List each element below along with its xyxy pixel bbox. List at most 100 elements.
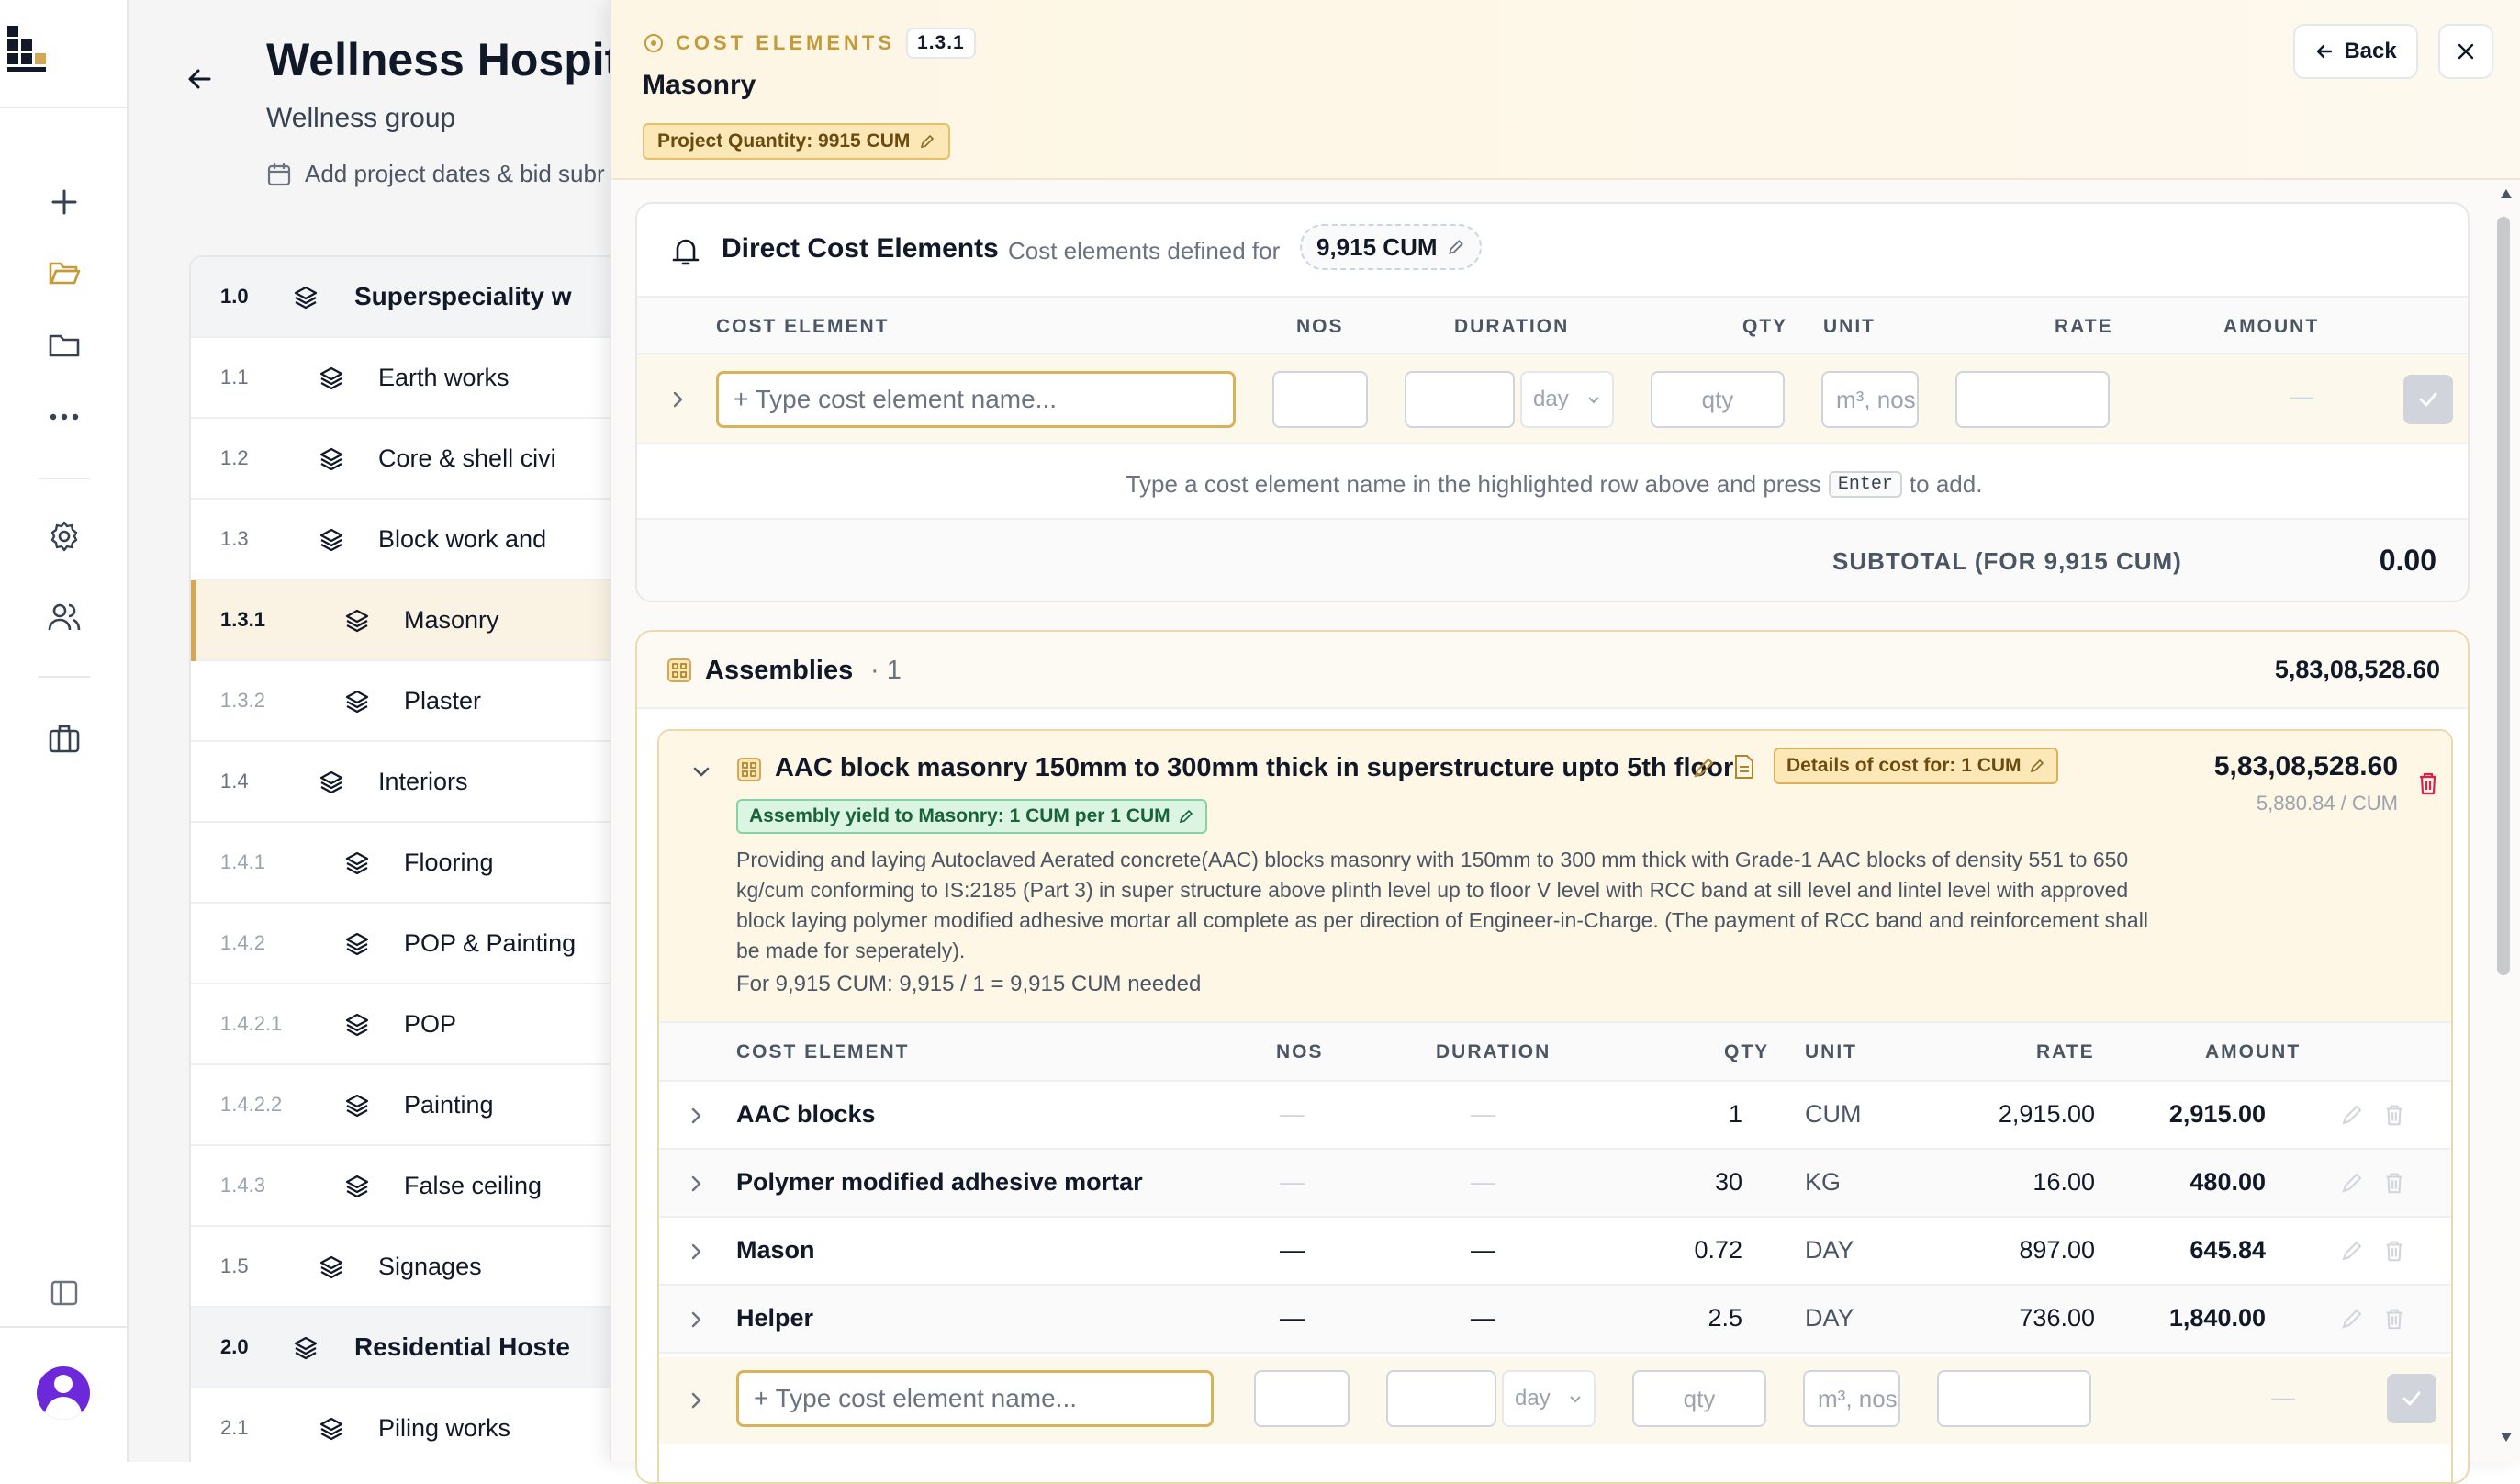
- confirm-button[interactable]: [2403, 375, 2453, 424]
- duration-unit-select[interactable]: day: [1520, 371, 1614, 428]
- component-row[interactable]: Mason — — 0.72 DAY 897.00 645.84: [659, 1218, 2451, 1286]
- assemblies-title: Assemblies: [705, 656, 854, 685]
- folder-open-icon[interactable]: [42, 250, 86, 294]
- trash-icon[interactable]: [2414, 770, 2442, 797]
- document-icon[interactable]: [1731, 753, 1757, 781]
- back-button[interactable]: Back: [2293, 24, 2418, 79]
- add-dates-link[interactable]: Add project dates & bid subr: [266, 160, 605, 188]
- confirm-button[interactable]: [2387, 1374, 2436, 1423]
- tree-row-label: Masonry: [404, 605, 499, 634]
- tree-row[interactable]: 1.1 Earth works: [191, 338, 610, 419]
- chevron-right-icon[interactable]: [665, 386, 692, 413]
- yield-chip[interactable]: Assembly yield to Masonry: 1 CUM per 1 C…: [736, 799, 1207, 834]
- add-dates-label: Add project dates & bid subr: [305, 160, 605, 187]
- tree-row-label: False ceiling: [404, 1171, 543, 1199]
- component-row[interactable]: AAC blocks — — 1 CUM 2,915.00 2,915.00: [659, 1082, 2451, 1150]
- tree-row[interactable]: 2.0 Residential Hoste: [191, 1308, 610, 1388]
- tree-row[interactable]: 1.4.3 False ceiling: [191, 1146, 610, 1227]
- component-qty: 30: [1714, 1168, 1742, 1196]
- chevron-right-icon[interactable]: [683, 1387, 711, 1414]
- duration-input[interactable]: [1405, 371, 1515, 428]
- new-cost-element-row: + Type cost element name... day qty m³, …: [637, 354, 2468, 444]
- back-arrow-icon[interactable]: [182, 61, 218, 97]
- tree-row[interactable]: 1.4 Interiors: [191, 742, 610, 823]
- unit-input[interactable]: m³, nos: [1821, 371, 1919, 428]
- rate-input[interactable]: [1937, 1370, 2091, 1427]
- sidebar-toggle-icon[interactable]: [42, 1271, 86, 1315]
- avatar[interactable]: [37, 1366, 90, 1420]
- chevron-right-icon[interactable]: [683, 1170, 711, 1197]
- pencil-icon[interactable]: [2339, 1238, 2365, 1264]
- nos-input[interactable]: [1254, 1370, 1350, 1427]
- tree-row[interactable]: 1.4.1 Flooring: [191, 823, 610, 904]
- tree-row[interactable]: 1.4.2 POP & Painting: [191, 904, 610, 984]
- duration-unit-select[interactable]: day: [1502, 1370, 1596, 1427]
- add-icon[interactable]: [42, 180, 86, 224]
- cost-element-name-input[interactable]: + Type cost element name...: [716, 371, 1236, 428]
- details-chip[interactable]: Details of cost for: 1 CUM: [1774, 748, 2058, 784]
- col-amount: AMOUNT: [2205, 1041, 2302, 1062]
- more-icon[interactable]: [42, 395, 86, 439]
- project-title: Wellness Hospit: [266, 34, 610, 85]
- scrollbar-thumb[interactable]: [2497, 217, 2510, 975]
- duration-unit-value: day: [1515, 1386, 1551, 1411]
- trash-icon[interactable]: [2381, 1102, 2407, 1128]
- pencil-icon: [1179, 809, 1193, 824]
- tree-row[interactable]: 1.2 Core & shell civi: [191, 419, 610, 500]
- pencil-icon: [921, 134, 935, 149]
- component-qty: 0.72: [1694, 1236, 1742, 1264]
- duration-unit-value: day: [1533, 387, 1569, 411]
- nos-input[interactable]: [1272, 371, 1368, 428]
- users-icon[interactable]: [42, 595, 86, 639]
- trash-icon[interactable]: [2381, 1306, 2407, 1332]
- pencil-icon[interactable]: [2339, 1102, 2365, 1128]
- unit-input[interactable]: m³, nos: [1803, 1370, 1900, 1427]
- app-logo[interactable]: [7, 26, 50, 77]
- settings-icon[interactable]: [42, 514, 86, 558]
- tree-row[interactable]: 1.3 Block work and: [191, 500, 610, 580]
- tree-row[interactable]: 1.5 Signages: [191, 1227, 610, 1308]
- folder-icon[interactable]: [42, 323, 86, 367]
- amount-placeholder: —: [2271, 1383, 2295, 1411]
- tree-row[interactable]: 2.1 Piling works: [191, 1388, 610, 1462]
- tree-row-label: Core & shell civi: [378, 444, 556, 472]
- chevron-right-icon[interactable]: [683, 1306, 711, 1333]
- briefcase-icon[interactable]: [42, 716, 86, 760]
- rate-input[interactable]: [1955, 371, 2110, 428]
- pencil-icon[interactable]: [2339, 1306, 2365, 1332]
- duration-input[interactable]: [1386, 1370, 1496, 1427]
- assemblies-card: Assemblies · 1 5,83,08,528.60 AAC block …: [635, 630, 2470, 1484]
- chevron-down-icon: [1588, 397, 1599, 404]
- subtotal-value: 0.00: [2379, 544, 2436, 577]
- tree-row[interactable]: 1.3.1 Masonry: [191, 580, 610, 661]
- layers-icon: [294, 1336, 318, 1360]
- qty-input[interactable]: qty: [1651, 371, 1785, 428]
- pencil-icon[interactable]: [2339, 1170, 2365, 1196]
- quantity-chip[interactable]: 9,915 CUM: [1300, 224, 1482, 270]
- target-icon: [644, 34, 663, 52]
- pencil-icon[interactable]: [1691, 755, 1717, 781]
- close-button[interactable]: [2438, 24, 2493, 79]
- project-quantity-chip[interactable]: Project Quantity: 9915 CUM: [643, 123, 951, 160]
- trash-icon[interactable]: [2381, 1170, 2407, 1196]
- trash-icon[interactable]: [2381, 1238, 2407, 1264]
- component-row[interactable]: Polymer modified adhesive mortar — — 30 KG 16…: [659, 1150, 2451, 1218]
- tree-row[interactable]: 1.4.2.1 POP: [191, 984, 610, 1065]
- tree-row-number: 1.3.2: [220, 689, 265, 712]
- component-row[interactable]: Helper — — 2.5 DAY 736.00 1,840.00: [659, 1286, 2451, 1354]
- chevron-right-icon[interactable]: [683, 1238, 711, 1265]
- tree-row[interactable]: 1.4.2.2 Painting: [191, 1065, 610, 1146]
- tree-row[interactable]: 1.0 Superspeciality w: [191, 257, 610, 338]
- tree-row-number: 1.0: [220, 285, 249, 308]
- chevron-right-icon[interactable]: [683, 1102, 711, 1130]
- component-name: Mason: [736, 1236, 815, 1264]
- chevron-down-icon[interactable]: [689, 759, 714, 784]
- tree-row-number: 1.4.2.1: [220, 1012, 283, 1035]
- tree-row[interactable]: 1.3.2 Plaster: [191, 661, 610, 742]
- add-hint: Type a cost element name in the highligh…: [637, 470, 2468, 499]
- qty-input[interactable]: qty: [1632, 1370, 1766, 1427]
- layers-icon: [319, 366, 343, 390]
- direct-table-header: COST ELEMENT NOS DURATION QTY UNIT RATE …: [637, 296, 2468, 354]
- col-qty: QTY: [1724, 1041, 1770, 1062]
- assembly-element-name-input[interactable]: + Type cost element name...: [736, 1370, 1214, 1427]
